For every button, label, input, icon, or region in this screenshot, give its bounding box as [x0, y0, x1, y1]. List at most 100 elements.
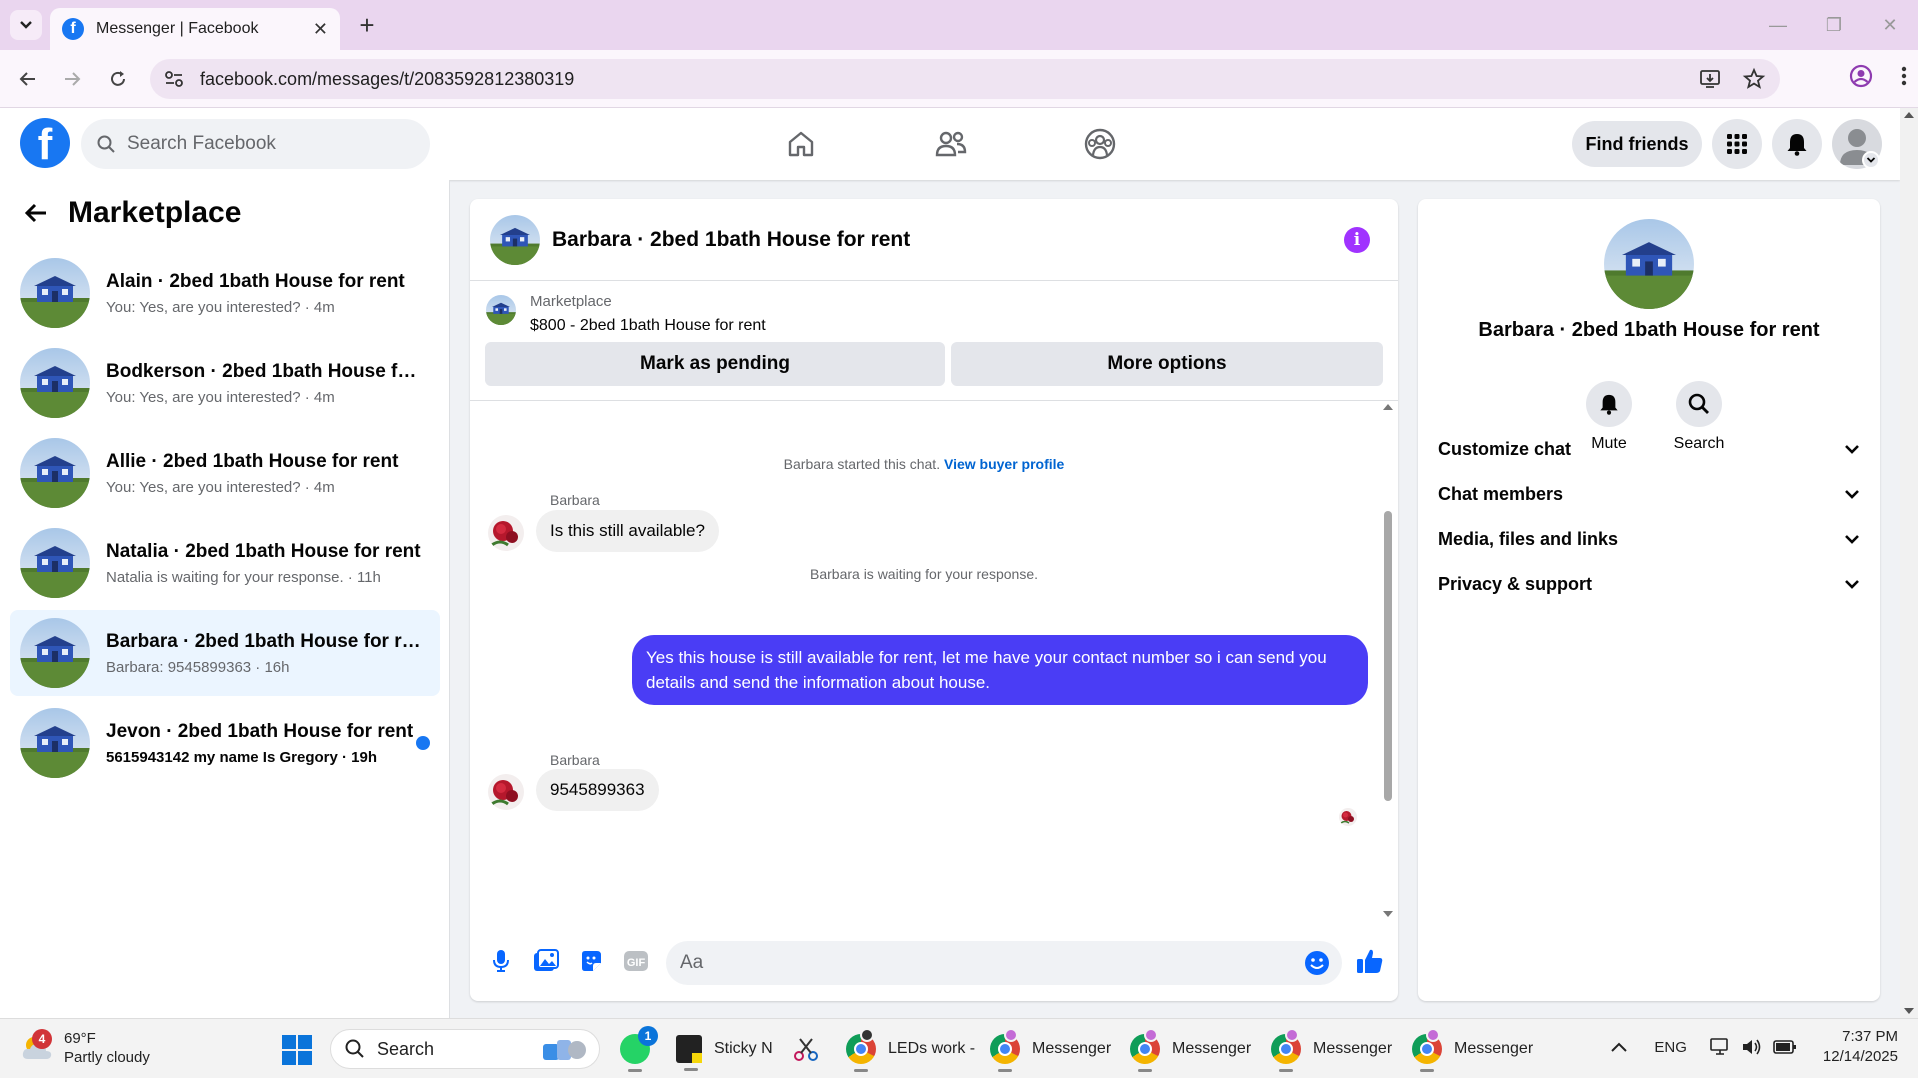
profile-icon[interactable]	[1848, 63, 1874, 89]
chat-panel: Barbara · 2bed 1bath House for rent i Ma…	[470, 199, 1398, 1001]
attach-media-button[interactable]	[531, 946, 561, 976]
chrome-icon	[1130, 1028, 1160, 1072]
conversation-list-panel: Marketplace Alain · 2bed 1bath House for…	[0, 180, 450, 1018]
conversation-item[interactable]: Alain · 2bed 1bath House for rent You: Ye…	[10, 250, 440, 336]
details-section-3[interactable]: Privacy & support	[1438, 562, 1860, 606]
site-info-icon[interactable]	[164, 70, 184, 88]
whatsapp-taskbar-button[interactable]: 1	[620, 1026, 662, 1072]
info-icon[interactable]: i	[1344, 227, 1370, 253]
facebook-search-input[interactable]: Search Facebook	[81, 119, 430, 169]
find-friends-button[interactable]: Find friends	[1572, 121, 1702, 167]
details-title: Barbara · 2bed 1bath House for rent	[1478, 319, 1820, 341]
details-section-1[interactable]: Chat members	[1438, 472, 1860, 516]
back-button[interactable]	[12, 63, 44, 95]
mark-as-pending-button[interactable]: Mark as pending	[485, 342, 945, 386]
taskbar-app[interactable]: Messenger	[1130, 1028, 1252, 1072]
search-icon	[1688, 393, 1709, 414]
taskbar-app-label: Messenger	[1172, 1040, 1252, 1057]
facebook-logo[interactable]: f	[20, 118, 70, 168]
conversation-preview: 5615943142 my name Is Gregory · 19h	[106, 748, 377, 766]
taskbar-app[interactable]: Messenger	[1271, 1028, 1392, 1072]
outgoing-message[interactable]: Yes this house is still available for re…	[632, 635, 1368, 705]
details-section-2[interactable]: Media, files and links	[1438, 517, 1860, 561]
bookmark-star-icon[interactable]	[1742, 67, 1766, 91]
taskbar-app-label: Messenger	[1454, 1040, 1534, 1057]
marketplace-header: Marketplace	[24, 196, 241, 230]
chevron-up-icon[interactable]	[1610, 1041, 1628, 1053]
clock[interactable]: 7:37 PM 12/14/2025	[1823, 1027, 1898, 1067]
taskbar-search[interactable]: Search	[330, 1029, 600, 1069]
search-highlight-icon	[543, 1040, 586, 1060]
install-app-icon[interactable]	[1698, 67, 1722, 91]
volume-icon[interactable]	[1741, 1037, 1763, 1057]
details-section-0[interactable]: Customize chat	[1438, 427, 1860, 471]
incoming-message[interactable]: 9545899363	[536, 769, 659, 811]
browser-tab[interactable]: f Messenger | Facebook ✕	[50, 8, 340, 50]
address-bar[interactable]: facebook.com/messages/t/2083592812380319	[150, 59, 1780, 99]
seen-indicator	[1339, 808, 1357, 826]
friends-nav-button[interactable]	[929, 122, 973, 166]
sticker-button[interactable]	[576, 946, 606, 976]
restore-button[interactable]: ❐	[1806, 0, 1862, 50]
microphone-icon	[493, 950, 509, 972]
conversation-item[interactable]: Bodkerson · 2bed 1bath House for ... You:…	[10, 340, 440, 426]
conversation-thumbnail	[20, 438, 90, 508]
weather-badge: 4	[32, 1029, 52, 1049]
account-caret[interactable]	[1862, 151, 1880, 169]
view-buyer-profile-link[interactable]: View buyer profile	[944, 456, 1064, 472]
browser-menu-icon[interactable]	[1900, 65, 1908, 87]
conversation-item[interactable]: Natalia · 2bed 1bath House for rent Natal…	[10, 520, 440, 606]
new-tab-button[interactable]: +	[352, 10, 382, 40]
chevron-down-icon	[1845, 580, 1859, 589]
incoming-message[interactable]: Is this still available?	[536, 510, 719, 552]
section-label: Customize chat	[1438, 438, 1572, 459]
menu-button[interactable]	[1712, 119, 1762, 169]
start-button[interactable]	[282, 1035, 312, 1065]
chevron-down-icon	[1866, 157, 1876, 163]
bell-icon	[1787, 134, 1807, 156]
thumbs-up-icon[interactable]	[1356, 947, 1384, 975]
taskbar-app[interactable]: Sticky N	[676, 1029, 773, 1071]
reload-button[interactable]	[102, 63, 134, 95]
taskbar-app[interactable]: LEDs work -	[846, 1028, 975, 1072]
page-scrollbar[interactable]	[1900, 108, 1918, 1018]
conversation-item[interactable]: Allie · 2bed 1bath House for rent You: Ye…	[10, 430, 440, 516]
conversation-preview: You: Yes, are you interested? · 4m	[106, 388, 335, 406]
scrollbar-thumb[interactable]	[1384, 511, 1392, 801]
minimize-button[interactable]: —	[1750, 0, 1806, 50]
conversation-item[interactable]: Jevon · 2bed 1bath House for rent 5615943…	[10, 700, 440, 786]
details-thumbnail[interactable]	[1604, 219, 1694, 309]
weather-widget[interactable]: 4 69°F Partly cloudy	[20, 1029, 150, 1067]
forward-button[interactable]	[56, 63, 88, 95]
chat-thumbnail[interactable]	[490, 214, 540, 265]
notifications-button[interactable]	[1772, 119, 1822, 169]
photo-icon	[534, 949, 559, 971]
sender-avatar[interactable]	[488, 774, 524, 810]
taskbar-search-label: Search	[377, 1038, 435, 1059]
home-nav-button[interactable]	[779, 122, 823, 166]
sender-avatar[interactable]	[488, 515, 524, 551]
emoji-icon[interactable]	[1304, 950, 1330, 976]
language-indicator[interactable]: ENG	[1654, 1039, 1687, 1056]
listing-title[interactable]: $800 - 2bed 1bath House for rent	[530, 317, 766, 335]
close-window-button[interactable]: ✕	[1862, 0, 1918, 50]
gif-button[interactable]: GIF	[621, 946, 651, 976]
listing-thumbnail[interactable]	[486, 295, 516, 325]
more-options-button[interactable]: More options	[951, 342, 1383, 386]
snipping-tool-taskbar-button[interactable]	[792, 1029, 820, 1069]
message-scrollbar[interactable]	[1382, 401, 1394, 921]
chat-title[interactable]: Barbara · 2bed 1bath House for rent	[552, 228, 910, 252]
sender-name: Barbara	[550, 492, 600, 508]
close-tab-icon[interactable]: ✕	[313, 19, 328, 40]
network-icon[interactable]	[1709, 1037, 1731, 1057]
taskbar-app[interactable]: Messenger	[990, 1028, 1111, 1072]
groups-nav-button[interactable]	[1078, 122, 1122, 166]
voice-clip-button[interactable]	[486, 946, 516, 976]
message-input[interactable]: Aa	[666, 941, 1342, 985]
battery-icon[interactable]	[1773, 1039, 1797, 1055]
taskbar-app[interactable]: Messenger	[1412, 1028, 1534, 1072]
tab-search-button[interactable]	[10, 10, 42, 40]
conversation-item[interactable]: Barbara · 2bed 1bath House for rent Barba…	[10, 610, 440, 696]
conversation-text: Jevon · 2bed 1bath House for rent 5615943…	[106, 721, 421, 766]
back-arrow-icon[interactable]	[24, 202, 48, 224]
